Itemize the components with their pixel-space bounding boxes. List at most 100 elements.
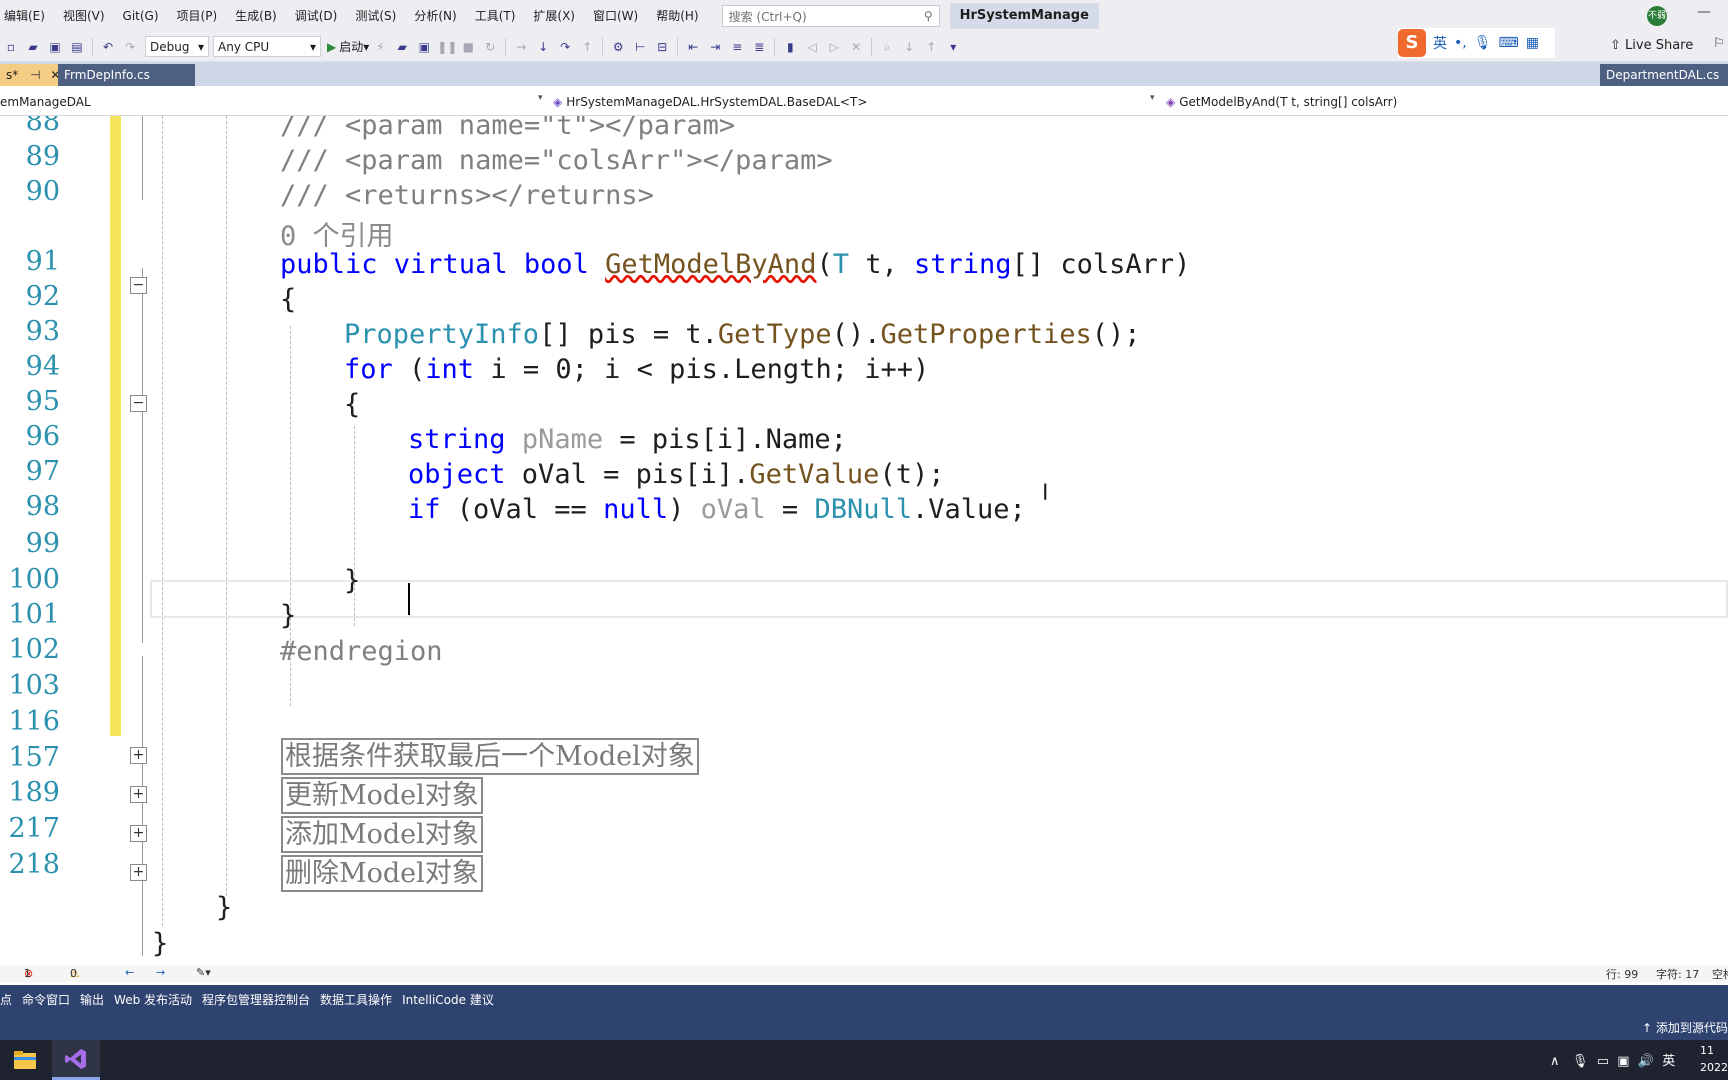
collapsed-region[interactable]: 更新Model对象 [281,777,483,814]
expand-toggle[interactable]: + [130,786,147,803]
configuration-select[interactable]: Debug ▾ [145,36,209,57]
step-out-icon[interactable]: ↑ [578,38,596,56]
tab-command-window[interactable]: 命令窗口 [22,991,70,1008]
minimize-button[interactable]: — [1697,4,1711,20]
tab-departmentdal[interactable]: DepartmentDAL.cs [1600,64,1728,86]
expand-toggle[interactable]: + [130,864,147,881]
codelens-reference-count[interactable]: 0 个引用 [280,214,394,253]
line-number: 99 [25,528,60,559]
add-to-source-control-button[interactable]: ↑ 添加到源代码 [1642,1019,1728,1036]
hot-reload-icon[interactable]: ⚡ [371,38,389,56]
bookmark-icon[interactable]: ▮ [781,38,799,56]
menu-project[interactable]: 项目(P) [168,0,227,32]
next-bookmark-icon[interactable]: ▷ [825,38,843,56]
tab-breakpoints[interactable]: 断点 [0,991,12,1008]
tab-package-manager-console[interactable]: 程序包管理器控制台 [202,991,310,1008]
menu-test[interactable]: 测试(S) [346,0,405,32]
step-into-icon[interactable]: ↓ [534,38,552,56]
menu-window[interactable]: 窗口(W) [584,0,647,32]
redo-icon[interactable]: ↷ [121,38,139,56]
file-explorer-icon[interactable] [1,1040,49,1080]
avatar[interactable]: 不弱 [1647,6,1667,26]
down-arrow-icon[interactable]: ↓ [900,38,918,56]
tab-web-publish[interactable]: Web 发布活动 [114,991,192,1008]
tab-data-tools[interactable]: 数据工具操作 [320,991,392,1008]
collapsed-region[interactable]: 删除Model对象 [281,855,483,892]
member-dropdown[interactable]: ◈ GetModelByAnd(T t, string[] colsArr) [1166,92,1726,112]
live-share-button[interactable]: ⇧ Live Share [1610,38,1693,53]
menu-build[interactable]: 生成(B) [226,0,286,32]
outline-icon[interactable]: ⊟ [653,38,671,56]
keyboard-icon[interactable]: ⌨ [1499,35,1519,51]
ime-indicator[interactable]: 英 [1662,1054,1675,1069]
undo-icon[interactable]: ↶ [99,38,117,56]
menu-debug[interactable]: 调试(D) [286,0,347,32]
new-file-icon[interactable]: ▫ [2,38,20,56]
clock[interactable]: 11 2022 [1700,1042,1728,1076]
chevron-down-icon: ▾ [363,39,370,54]
volume-icon[interactable]: 🔊 [1638,1054,1654,1069]
step-over-icon[interactable]: ↷ [556,38,574,56]
visual-studio-icon[interactable] [52,1040,100,1080]
line-number: 217 [8,813,60,844]
chevron-up-icon[interactable]: ∧ [1550,1054,1560,1069]
menu-extensions[interactable]: 扩展(X) [524,0,584,32]
collapse-toggle[interactable]: − [130,395,147,412]
feedback-icon[interactable]: ⚐ [1713,36,1725,51]
clear-bookmarks-icon[interactable]: ✕ [847,38,865,56]
screenshot-icon[interactable]: ▣ [415,38,433,56]
comment-icon[interactable]: ≡ [728,38,746,56]
find-icon[interactable]: ⌕ [878,38,896,56]
punctuation-icon[interactable]: •, [1454,35,1467,51]
battery-icon[interactable]: ▭ [1597,1054,1609,1069]
show-next-statement-icon[interactable]: → [512,38,530,56]
sogou-logo-icon[interactable]: S [1398,29,1426,57]
start-debugging-button[interactable]: ▶ 启动 ▾ [327,38,369,55]
line-number: 96 [25,421,60,452]
menu-analyze[interactable]: 分析(N) [405,0,465,32]
indent-icon[interactable]: ⇥ [706,38,724,56]
menu-tools[interactable]: 工具(T) [466,0,525,32]
hierarchy-icon[interactable]: ⊢ [631,38,649,56]
diagnostics-icon[interactable]: ⚙ [609,38,627,56]
microphone-icon[interactable]: 🎙 [1572,1054,1589,1069]
collapsed-region[interactable]: 添加Model对象 [281,816,483,853]
collapsed-region[interactable]: 根据条件获取最后一个Model对象 [281,738,699,775]
pin-icon[interactable]: ⊣ [30,68,40,82]
search-input[interactable]: 搜索 (Ctrl+Q) ⚲ [721,5,940,27]
menu-edit[interactable]: 编辑(E) [0,0,54,32]
network-icon[interactable]: ▣ [1617,1054,1629,1069]
browse-icon[interactable]: ▰ [393,38,411,56]
menu-help[interactable]: 帮助(H) [647,0,707,32]
collapse-toggle[interactable]: − [130,277,147,294]
navigate-back-icon[interactable]: ← [125,966,134,979]
tab-frmdepinfo[interactable]: FrmDepInfo.cs [58,64,195,86]
pause-icon[interactable]: ❚❚ [437,38,457,56]
project-dropdown[interactable]: emManageDAL [0,92,541,112]
tab-output[interactable]: 输出 [80,991,104,1008]
overflow-icon[interactable]: ▾ [944,38,962,56]
expand-toggle[interactable]: + [130,825,147,842]
ime-mode[interactable]: 英 [1433,33,1447,53]
platform-select[interactable]: Any CPU ▾ [213,36,321,57]
restart-icon[interactable]: ↻ [481,38,499,56]
menu-view[interactable]: 视图(V) [54,0,114,32]
code-editor[interactable]: 88 89 90 91 92 93 94 95 96 97 98 99 100 … [0,116,1728,965]
cleanup-icon[interactable]: ✎▾ [196,966,211,979]
prev-bookmark-icon[interactable]: ◁ [803,38,821,56]
navigate-forward-icon[interactable]: → [156,966,165,979]
tab-active-file[interactable]: s* ⊣ ✕ [0,64,60,86]
menu-git[interactable]: Git(G) [114,0,168,32]
type-dropdown[interactable]: ◈ HrSystemManageDAL.HrSystemDAL.BaseDAL<T… [553,92,1153,112]
save-all-icon[interactable]: ▤ [68,38,86,56]
save-icon[interactable]: ▣ [46,38,64,56]
open-folder-icon[interactable]: ▰ [24,38,42,56]
microphone-icon[interactable]: 🎙 [1474,35,1492,51]
uncomment-icon[interactable]: ≣ [750,38,768,56]
outdent-icon[interactable]: ⇤ [684,38,702,56]
expand-toggle[interactable]: + [130,747,147,764]
tab-intellicode[interactable]: IntelliCode 建议 [402,991,494,1008]
up-arrow-icon[interactable]: ↑ [922,38,940,56]
stop-icon[interactable]: ■ [459,38,477,56]
apps-grid-icon[interactable]: ▦ [1526,35,1539,51]
